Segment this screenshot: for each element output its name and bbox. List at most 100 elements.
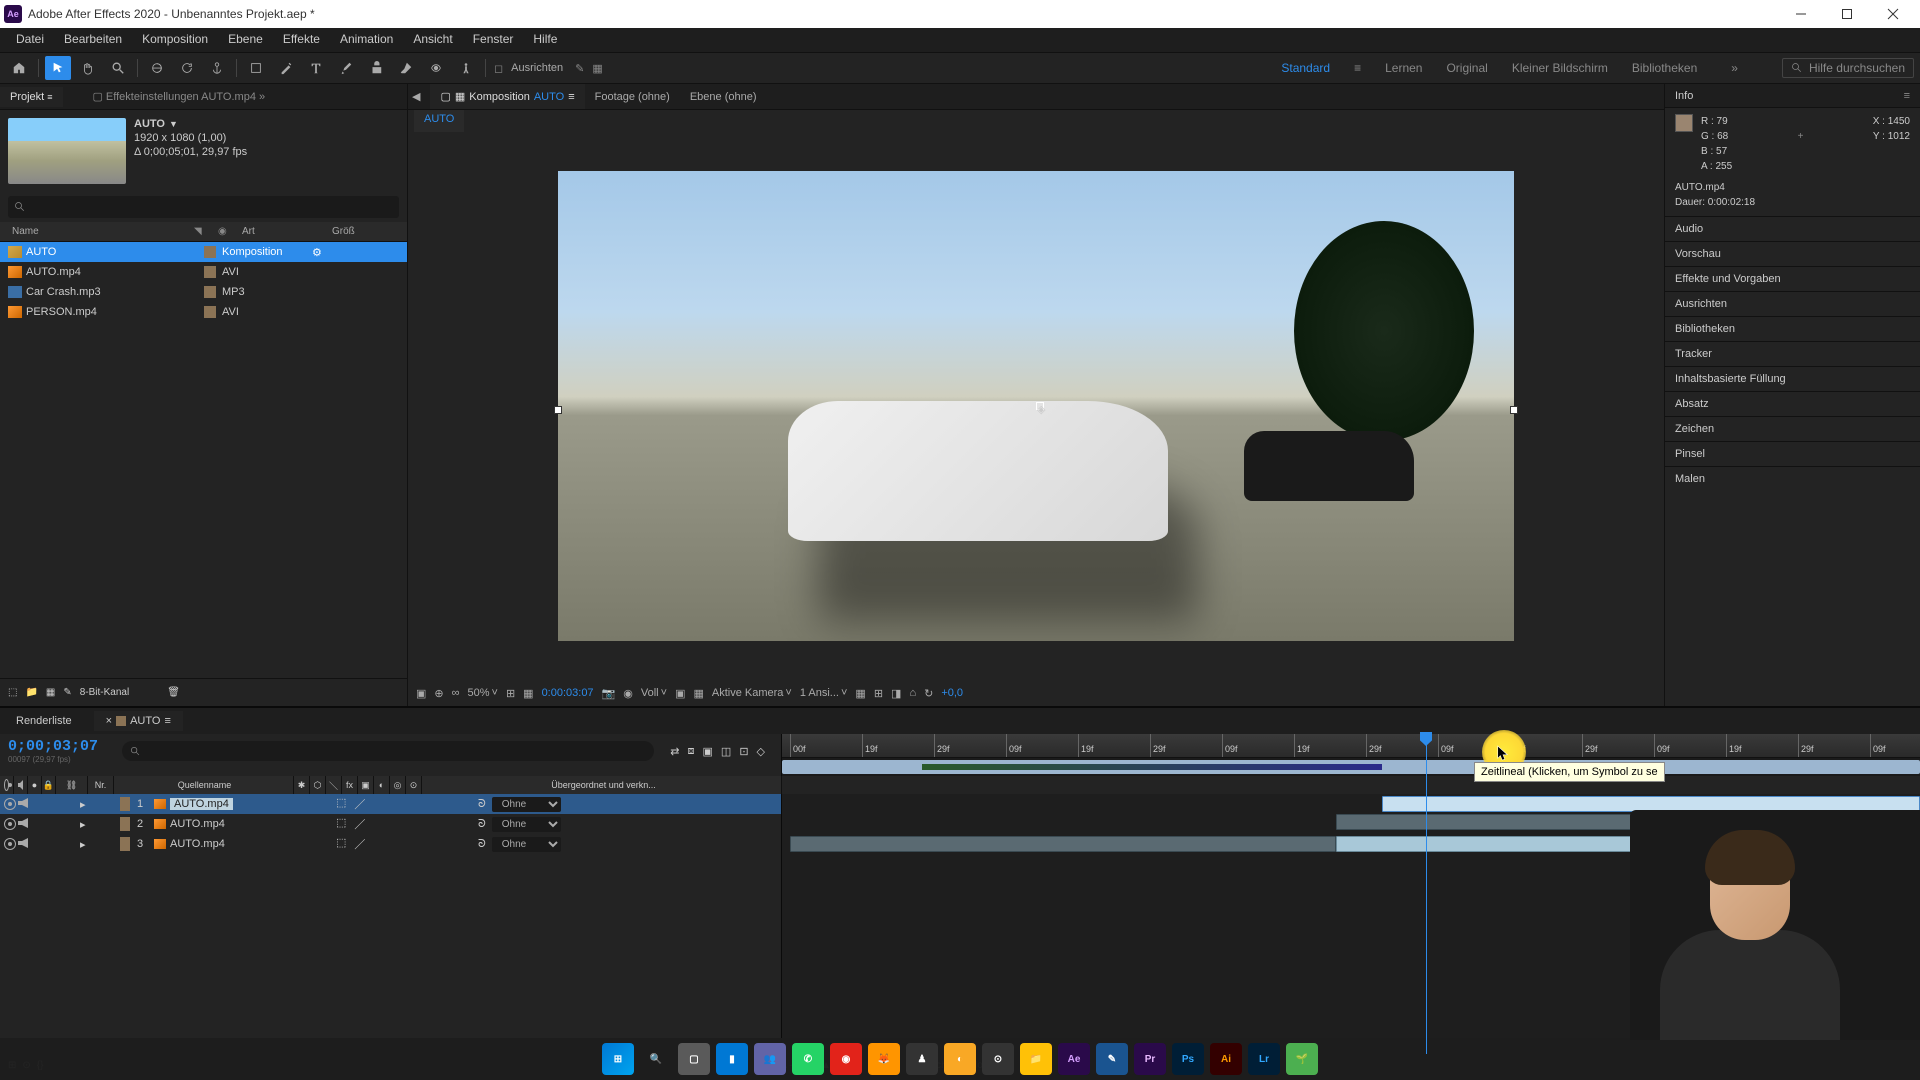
tl-icon-4[interactable]: ◫ — [721, 745, 731, 758]
col-name[interactable]: Name — [8, 226, 190, 237]
tb-pr[interactable]: Pr — [1134, 1043, 1166, 1075]
layer-row-2[interactable]: ▸ 2 AUTO.mp4 ⬚／ ᘐOhne — [0, 814, 781, 834]
tl-icon-1[interactable]: ⇄ — [670, 745, 679, 758]
anchor-tool[interactable] — [204, 56, 230, 80]
tb-app6[interactable]: 🌱 — [1286, 1043, 1318, 1075]
help-search[interactable]: Hilfe durchsuchen — [1782, 58, 1914, 78]
zoom-dropdown[interactable]: 50% ˅ — [467, 687, 497, 699]
col-size[interactable]: Größ — [328, 226, 359, 237]
timeline-timecode[interactable]: 0;00;03;07 — [8, 738, 98, 755]
workspace-klein[interactable]: Kleiner Bildschirm — [1512, 61, 1608, 75]
visibility-toggle[interactable] — [4, 798, 16, 810]
tab-renderliste[interactable]: Renderliste — [4, 711, 84, 731]
col-parent[interactable]: Übergeordnet und verkn... — [422, 776, 782, 794]
project-item-auto[interactable]: AUTOKomposition⚙ — [0, 242, 407, 262]
minimize-button[interactable] — [1778, 0, 1824, 28]
visibility-toggle[interactable] — [4, 838, 16, 850]
maximize-button[interactable] — [1824, 0, 1870, 28]
tb-explorer[interactable]: 📁 — [1020, 1043, 1052, 1075]
audio-toggle[interactable] — [18, 818, 28, 828]
tb-start[interactable]: ⊞ — [602, 1043, 634, 1075]
parent-dropdown[interactable]: Ohne — [492, 837, 561, 852]
audio-toggle[interactable] — [18, 838, 28, 848]
tl-icon-6[interactable]: ◇ — [757, 745, 765, 758]
tb-taskview[interactable]: ▢ — [678, 1043, 710, 1075]
icon-c[interactable]: ◨ — [891, 687, 901, 700]
text-tool[interactable] — [303, 56, 329, 80]
layer-row-1[interactable]: ▸ 1 AUTO.mp4 ⬚／ ᘐOhne — [0, 794, 781, 814]
project-search[interactable] — [8, 196, 399, 218]
icon-e[interactable]: ↻ — [924, 687, 933, 700]
tb-search[interactable]: 🔍 — [640, 1043, 672, 1075]
zoom-tool[interactable] — [105, 56, 131, 80]
tab-composition[interactable]: ▢▦Komposition AUTO ≡ — [430, 84, 584, 109]
roi-icon2[interactable]: ▦ — [693, 687, 703, 700]
menu-animation[interactable]: Animation — [330, 28, 403, 52]
workspace-lernen[interactable]: Lernen — [1385, 61, 1422, 75]
clip-2[interactable] — [1336, 814, 1676, 830]
puppet-tool[interactable] — [453, 56, 479, 80]
tb-app4[interactable]: ◐ — [944, 1043, 976, 1075]
tb-ae[interactable]: Ae — [1058, 1043, 1090, 1075]
rotate-tool[interactable] — [174, 56, 200, 80]
brush-tool[interactable] — [333, 56, 359, 80]
workspace-bib[interactable]: Bibliotheken — [1632, 61, 1697, 75]
pickwhip-icon[interactable]: ᘐ — [478, 818, 486, 831]
menu-ansicht[interactable]: Ansicht — [403, 28, 462, 52]
exposure[interactable]: +0,0 — [941, 687, 963, 699]
tb-app1[interactable]: ▮ — [716, 1043, 748, 1075]
mask-icon[interactable]: ∞ — [452, 687, 460, 699]
panel-pinsel[interactable]: Pinsel — [1665, 441, 1920, 466]
guides-icon[interactable]: ▦ — [523, 687, 533, 700]
parent-dropdown[interactable]: Ohne — [492, 817, 561, 832]
camera-dropdown[interactable]: Aktive Kamera ˅ — [712, 687, 792, 699]
panel-inhalt[interactable]: Inhaltsbasierte Füllung — [1665, 366, 1920, 391]
tab-project[interactable]: Projekt≡ — [0, 87, 63, 107]
panel-malen[interactable]: Malen — [1665, 466, 1920, 491]
views-dropdown[interactable]: 1 Ansi... ˅ — [800, 687, 848, 699]
project-item-automp4[interactable]: AUTO.mp4AVI — [0, 262, 407, 282]
snapshot-icon[interactable]: 📷 — [602, 687, 616, 700]
comp-subtab[interactable]: AUTO — [414, 110, 464, 132]
interpret-icon[interactable]: ⬚ — [8, 687, 17, 698]
panel-ausrichten[interactable]: Ausrichten — [1665, 291, 1920, 316]
folder-icon[interactable]: 📁 — [25, 687, 37, 698]
layers-list[interactable]: ▸ 1 AUTO.mp4 ⬚／ ᘐOhne ▸ 2 AUTO.mp4 ⬚／ ᘐO… — [0, 794, 782, 1056]
panel-absatz[interactable]: Absatz — [1665, 391, 1920, 416]
menu-bearbeiten[interactable]: Bearbeiten — [54, 28, 132, 52]
pickwhip-icon[interactable]: ᘐ — [478, 798, 486, 811]
tl-icon-5[interactable]: ⊡ — [739, 745, 748, 758]
pickwhip-icon[interactable]: ᘐ — [478, 838, 486, 851]
tb-lr[interactable]: Lr — [1248, 1043, 1280, 1075]
comp-icon[interactable]: ▦ — [46, 687, 55, 698]
panel-vorschau[interactable]: Vorschau — [1665, 241, 1920, 266]
tb-firefox[interactable]: 🦊 — [868, 1043, 900, 1075]
roto-tool[interactable] — [423, 56, 449, 80]
panel-zeichen[interactable]: Zeichen — [1665, 416, 1920, 441]
tab-ebene[interactable]: Ebene (ohne) — [680, 84, 767, 109]
panel-tracker[interactable]: Tracker — [1665, 341, 1920, 366]
eraser-tool[interactable] — [393, 56, 419, 80]
panel-bibliotheken[interactable]: Bibliotheken — [1665, 316, 1920, 341]
hand-tool[interactable] — [75, 56, 101, 80]
tab-tl-auto[interactable]: ×AUTO≡ — [94, 711, 183, 731]
menu-komposition[interactable]: Komposition — [132, 28, 218, 52]
alpha-icon[interactable]: ▣ — [416, 687, 426, 700]
bitdepth[interactable]: 8-Bit-Kanal — [80, 687, 129, 698]
tl-icon-2[interactable]: ⧈ — [688, 745, 695, 758]
tb-obs[interactable]: ⊙ — [982, 1043, 1014, 1075]
menu-effekte[interactable]: Effekte — [273, 28, 330, 52]
clip-3a[interactable] — [790, 836, 1336, 852]
tb-teams[interactable]: 👥 — [754, 1043, 786, 1075]
parent-dropdown[interactable]: Ohne — [492, 797, 561, 812]
menu-ebene[interactable]: Ebene — [218, 28, 273, 52]
icon-a[interactable]: ▦ — [855, 687, 865, 700]
tab-info[interactable]: Info≡ — [1665, 84, 1920, 108]
show-channel[interactable]: ◉ — [623, 687, 633, 700]
rect-tool[interactable] — [243, 56, 269, 80]
panel-audio[interactable]: Audio — [1665, 216, 1920, 241]
col-quelle[interactable]: Quellenname — [114, 776, 294, 794]
col-type[interactable]: Art — [238, 226, 328, 237]
close-button[interactable] — [1870, 0, 1916, 28]
trash-icon[interactable]: 🗑 — [167, 687, 180, 698]
